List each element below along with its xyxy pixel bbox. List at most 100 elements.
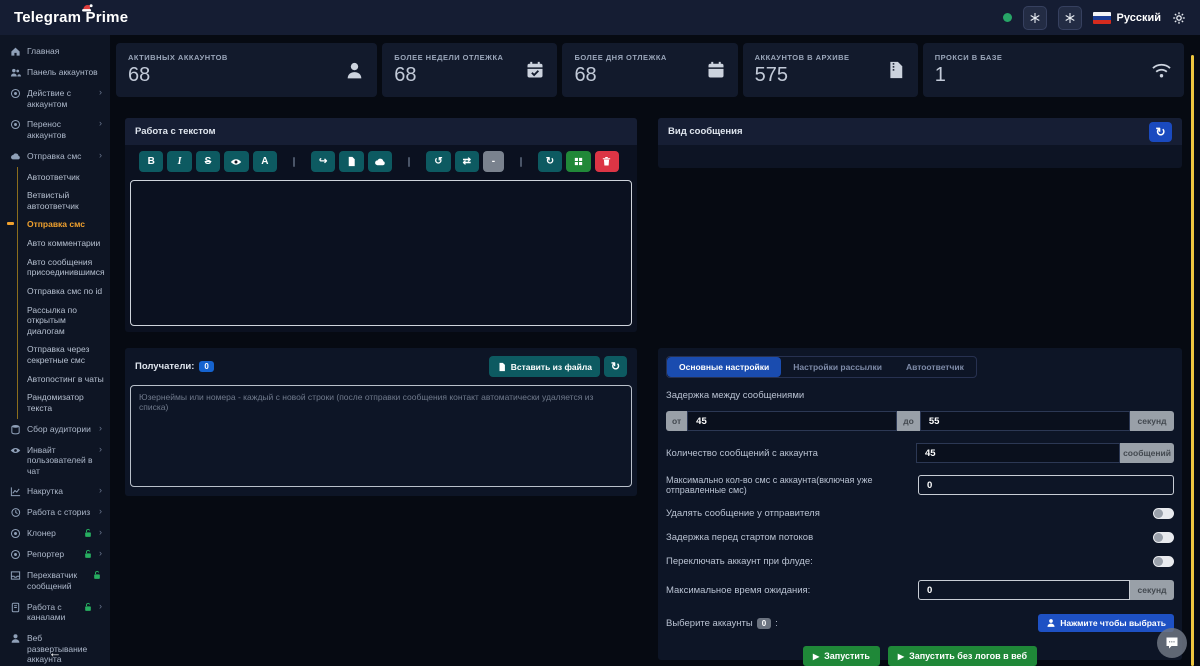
tab-main-settings[interactable]: Основные настройки [667,357,781,377]
chevron-right-icon: › [99,602,102,611]
online-status-dot [1003,13,1012,22]
unlock-icon [83,549,93,559]
bold-button[interactable]: B [139,151,163,172]
submenu-item-secret-sms[interactable]: Отправка через секретные смс [18,340,110,369]
sidebar-collapse-button[interactable]: ← [0,645,110,660]
document-icon [346,156,357,167]
strike-glyph: S [205,156,212,167]
sidebar-item-account-actions[interactable]: Действие с аккаунтом › [0,83,110,114]
sidebar-item-stories[interactable]: Работа с сториз › [0,502,110,523]
stat-label: ПРОКСИ В БАЗЕ [935,53,1003,62]
support-chat-button[interactable] [1157,628,1187,658]
submenu-item-auto-join-messages[interactable]: Авто сообщения присоединившимся [18,253,110,282]
stat-card-active-accounts: АКТИВНЫХ АККАУНТОВ 68 [116,43,377,97]
message-text-input[interactable] [130,180,632,326]
snowflake-icon [1064,12,1076,24]
toolbar-dropdown[interactable]: - [483,151,504,172]
stat-value: 68 [574,64,666,87]
delay-from-input[interactable] [687,411,897,431]
delay-to-input[interactable] [920,411,1130,431]
undo-button[interactable]: ↺ [426,151,450,172]
choose-accounts-row: Выберите аккаунты 0 : Нажмите чтобы выбр… [666,614,1174,632]
choose-accounts-button[interactable]: Нажмите чтобы выбрать [1038,614,1174,632]
sidebar-item-label: Сбор аудитории [27,424,93,435]
max-sms-input[interactable] [918,475,1174,495]
delete-text-button[interactable] [595,151,619,172]
shuffle-button[interactable]: ⇄ [455,151,479,172]
sidebar-item-account-transfer[interactable]: Перенос аккаунтов › [0,114,110,145]
refresh-preview-button[interactable]: ↻ [1149,122,1172,142]
sidebar-item-home[interactable]: Главная [0,41,110,62]
delay-before-start-toggle[interactable] [1153,532,1174,543]
submenu-item-open-dialogs-mailing[interactable]: Рассылка по открытым диалогам [18,301,110,341]
archive-file-icon [886,60,906,80]
app-logo-text: Telegram Prime [14,9,128,26]
document-icon [497,362,507,372]
circle-icon [10,528,21,539]
sidebar-item-label: Работа с каналами [27,602,77,623]
paste-document-button[interactable] [339,151,363,172]
switch-on-flood-toggle[interactable] [1153,556,1174,567]
strikethrough-button[interactable]: S [196,151,220,172]
language-selector[interactable]: Русский [1093,12,1161,24]
book-icon [10,602,21,613]
stat-card-week-rest: БОЛЕЕ НЕДЕЛИ ОТЛЕЖКА 68 [382,43,557,97]
template-grid-button[interactable] [566,151,590,172]
play-icon: ▶ [898,652,904,661]
gear-icon [1172,11,1186,25]
cloud-button[interactable] [368,151,392,172]
spoiler-eye-button[interactable] [224,151,248,172]
refresh-recipients-button[interactable]: ↻ [604,356,627,377]
sidebar-item-label: Накрутка [27,486,93,497]
calendar-check-icon [525,60,545,80]
submenu-item-send-sms-active[interactable]: Отправка смс [18,215,110,234]
sidebar-item-message-interceptor[interactable]: Перехватчик сообщений [0,565,110,596]
sidebar-item-reporter[interactable]: Репортер › [0,544,110,565]
stat-card-day-rest: БОЛЕЕ ДНЯ ОТЛЕЖКА 68 [562,43,737,97]
sidebar-item-channels[interactable]: Работа с каналами › [0,597,110,628]
submenu-item-auto-comments[interactable]: Авто комментарии [18,234,110,253]
submenu-item-branch-autoresponder[interactable]: Ветвистый автоответчик [18,186,110,215]
delete-sender-toggle[interactable] [1153,508,1174,519]
paste-from-file-button[interactable]: Вставить из файла [489,356,600,377]
stat-value: 575 [755,64,850,87]
eye-icon [10,445,21,456]
forward-arrow-button[interactable]: ↪ [311,151,335,172]
person-icon [10,633,21,644]
sidebar-item-cloner[interactable]: Клонер › [0,523,110,544]
start-button[interactable]: ▶ Запустить [803,646,880,666]
sidebar-item-label: Главная [27,46,102,57]
tab-autoresponder[interactable]: Автоответчик [894,357,976,377]
eye-icon [230,156,242,168]
toolbar-separator [293,157,295,167]
snow-toggle-button-1[interactable] [1023,6,1047,30]
chevron-right-icon: › [99,424,102,433]
start-button-label: Запустить [824,651,870,661]
page-scrollbar[interactable] [1191,55,1194,666]
messages-per-account-input[interactable] [916,443,1120,463]
refresh-text-button[interactable]: ↻ [538,151,562,172]
submenu-item-autoposting-chats[interactable]: Автопостинг в чаты [18,370,110,389]
snow-toggle-button-2[interactable] [1058,6,1082,30]
submenu-item-text-randomizer[interactable]: Рандомизатор текста [18,388,110,417]
tab-mailing-settings[interactable]: Настройки рассылки [781,357,894,377]
font-button[interactable]: A [253,151,277,172]
recipients-input[interactable] [130,385,632,487]
start-no-logs-button[interactable]: ▶ Запустить без логов в веб [888,646,1037,666]
sidebar-item-audience-collect[interactable]: Сбор аудитории › [0,419,110,440]
submenu-item-autoresponder[interactable]: Автоответчик [18,168,110,187]
submenu-item-send-sms-by-id[interactable]: Отправка смс по id [18,282,110,301]
choose-accounts-label: Выберите аккаунты [666,618,753,629]
sidebar-item-boost[interactable]: Накрутка › [0,481,110,502]
chevron-right-icon: › [99,549,102,558]
santa-hat-icon [81,3,94,13]
sidebar-item-send-sms[interactable]: Отправка смс › [0,146,110,167]
messages-unit-addon: сообщений [1120,443,1174,463]
max-sms-label: Максимально кол-во смс с аккаунта(включа… [666,475,910,495]
max-wait-input[interactable] [918,580,1130,600]
settings-gear-button[interactable] [1172,11,1186,25]
sidebar-item-invite-users[interactable]: Инвайт пользователей в чат › [0,440,110,482]
sidebar-item-accounts-panel[interactable]: Панель аккаунтов [0,62,110,83]
text-work-panel: Работа с текстом B I S A ↪ ↺ ⇄ - ↻ [125,118,637,332]
italic-button[interactable]: I [167,151,191,172]
